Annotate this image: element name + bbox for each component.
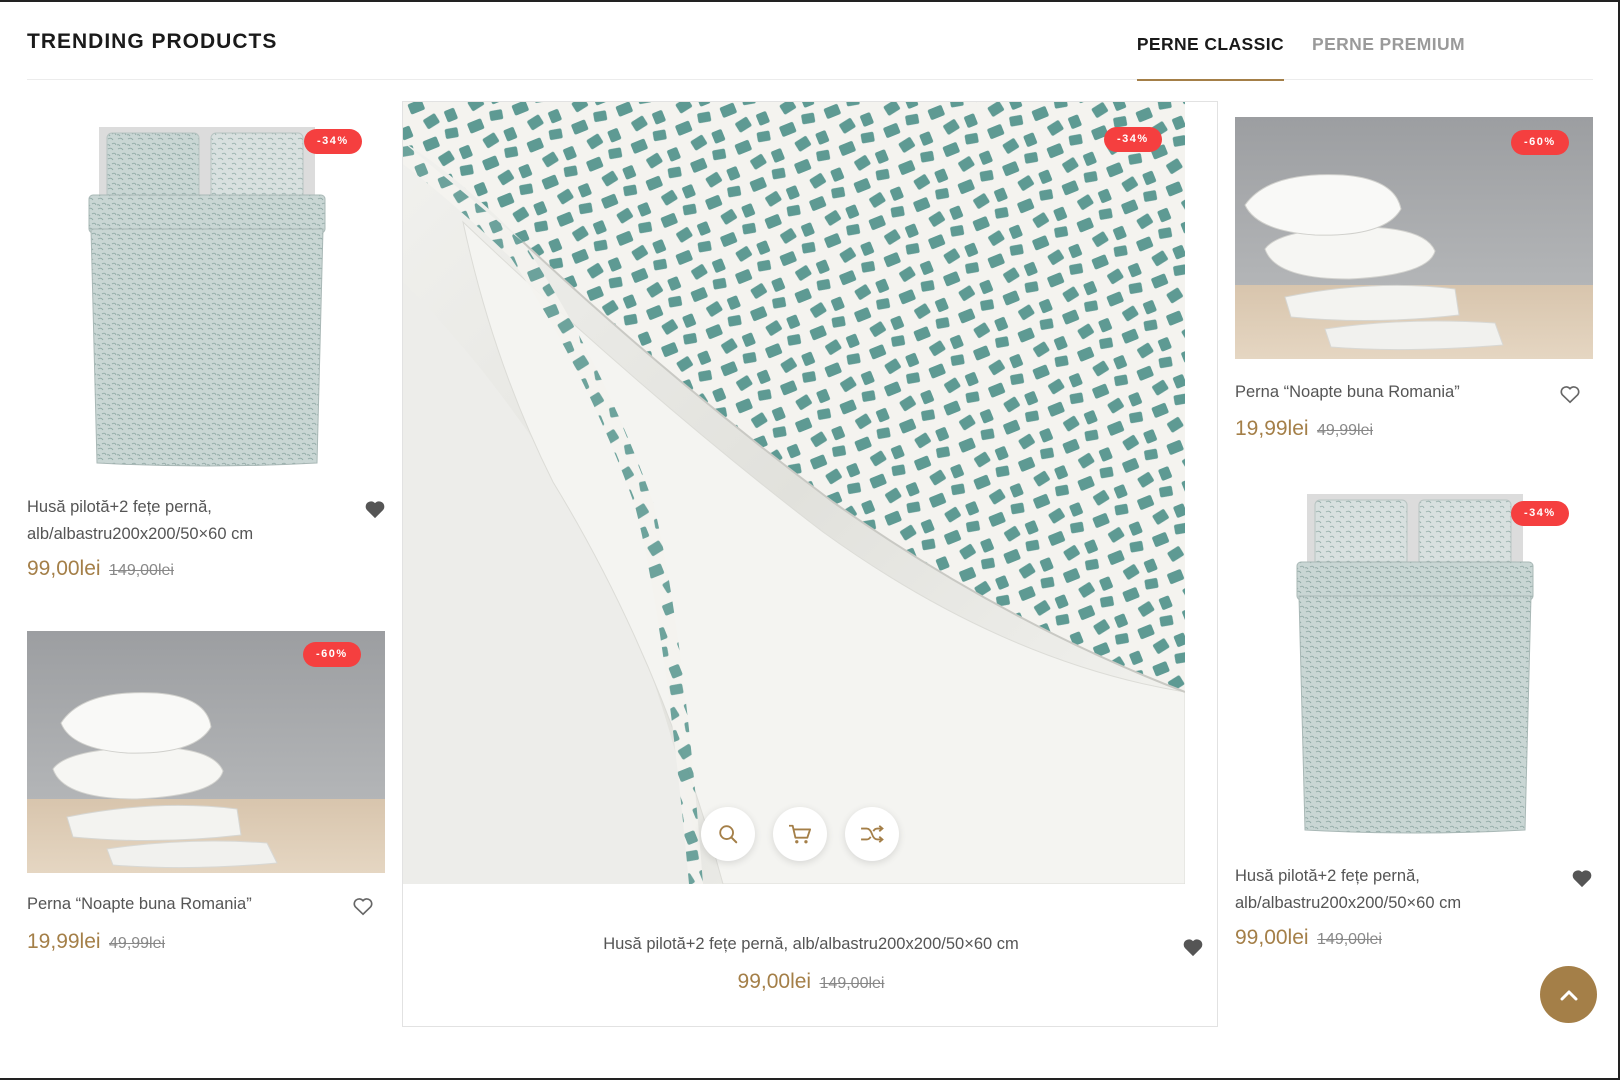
wishlist-heart-icon[interactable] bbox=[364, 499, 386, 519]
product-name-line2: alb/albastru200x200/50×60 cm bbox=[1235, 894, 1462, 912]
product-name-line1: Husă pilotă+2 fețe pernă, bbox=[27, 498, 212, 516]
old-price: 49,99lei bbox=[109, 935, 166, 952]
old-price: 149,00lei bbox=[1317, 931, 1382, 948]
price: 99,00lei bbox=[1235, 926, 1309, 949]
shuffle-icon bbox=[861, 825, 884, 843]
product-name[interactable]: Husă pilotă+2 fețe pernă, alb/albastru20… bbox=[403, 931, 1219, 958]
product-name-line2: alb/albastru200x200/50×60 cm bbox=[27, 525, 254, 543]
section-title: TRENDING PRODUCTS bbox=[27, 30, 278, 53]
tab-perne-classic[interactable]: PERNE CLASSIC bbox=[1136, 0, 1285, 81]
product-image-duvet-set[interactable] bbox=[27, 117, 385, 477]
wishlist-heart-icon[interactable] bbox=[1571, 868, 1593, 888]
price-row: 19,99lei 49,99lei bbox=[1235, 417, 1373, 441]
price-row: 99,00lei 149,00lei bbox=[27, 557, 174, 581]
discount-badge: -34% bbox=[304, 129, 362, 154]
wishlist-heart-icon[interactable] bbox=[352, 896, 374, 916]
price-row: 19,99lei 49,99lei bbox=[27, 930, 165, 954]
product-card[interactable]: -34% Husă pilotă+2 fețe pernă, alb/albas… bbox=[1235, 490, 1593, 960]
product-card[interactable]: -34% Husă pilotă+2 fețe pernă, alb/albas… bbox=[27, 117, 385, 587]
back-to-top-button[interactable] bbox=[1540, 966, 1597, 1023]
old-price: 49,99lei bbox=[1317, 422, 1374, 439]
wishlist-heart-icon[interactable] bbox=[1559, 384, 1581, 404]
quick-view-button[interactable] bbox=[701, 807, 755, 861]
wishlist-heart-icon[interactable] bbox=[1182, 937, 1204, 957]
product-name[interactable]: Husă pilotă+2 fețe pernă, alb/albastru20… bbox=[27, 494, 347, 548]
old-price: 149,00lei bbox=[819, 975, 885, 992]
product-image-duvet-closeup[interactable] bbox=[403, 102, 1186, 885]
cart-icon bbox=[789, 824, 811, 844]
product-name-line1: Husă pilotă+2 fețe pernă, bbox=[1235, 867, 1420, 885]
section-header: TRENDING PRODUCTS PERNE CLASSIC PERNE PR… bbox=[27, 0, 1593, 81]
discount-badge: -60% bbox=[303, 642, 361, 667]
price: 19,99lei bbox=[1235, 417, 1309, 440]
product-name[interactable]: Perna “Noapte buna Romania” bbox=[27, 891, 347, 918]
product-name[interactable]: Husă pilotă+2 fețe pernă, alb/albastru20… bbox=[1235, 863, 1555, 917]
price: 99,00lei bbox=[27, 557, 101, 580]
add-to-cart-button[interactable] bbox=[773, 807, 827, 861]
featured-product-card[interactable]: -34% Husă pilotă+2 fețe pernă, alb/albas… bbox=[402, 101, 1218, 1027]
discount-badge: -60% bbox=[1511, 130, 1569, 155]
product-name[interactable]: Perna “Noapte buna Romania” bbox=[1235, 379, 1555, 406]
discount-badge: -34% bbox=[1104, 127, 1162, 152]
tab-perne-premium[interactable]: PERNE PREMIUM bbox=[1312, 0, 1465, 80]
price: 19,99lei bbox=[27, 930, 101, 953]
product-tabs: PERNE CLASSIC PERNE PREMIUM bbox=[1109, 0, 1465, 81]
price: 99,00lei bbox=[737, 970, 812, 993]
price-row: 99,00lei 149,00lei bbox=[403, 970, 1219, 994]
product-card[interactable]: -60% Perna “Noapte buna Romania” 19,99le… bbox=[27, 631, 385, 961]
chevron-up-icon bbox=[1560, 990, 1577, 1000]
search-icon bbox=[719, 825, 738, 844]
product-image-pillows[interactable] bbox=[27, 631, 385, 873]
discount-badge: -34% bbox=[1511, 501, 1569, 526]
compare-button[interactable] bbox=[845, 807, 899, 861]
product-card[interactable]: -60% Perna “Noapte buna Romania” 19,99le… bbox=[1235, 117, 1593, 447]
old-price: 149,00lei bbox=[109, 562, 174, 579]
product-image-duvet-set[interactable] bbox=[1235, 490, 1593, 850]
price-row: 99,00lei 149,00lei bbox=[1235, 926, 1382, 950]
